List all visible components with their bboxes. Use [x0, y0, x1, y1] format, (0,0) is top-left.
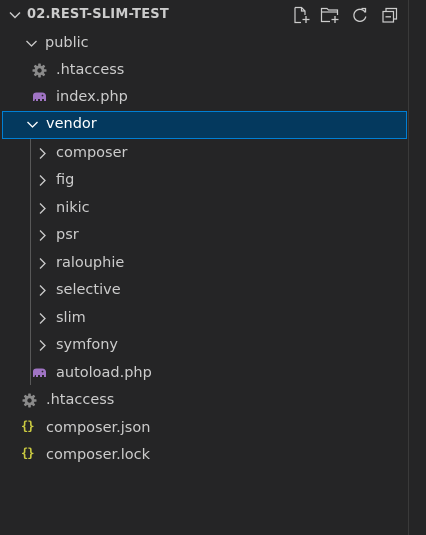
tree-file-autoload-php[interactable]: autoload.php: [0, 360, 408, 387]
tree-item-label: psr: [56, 227, 79, 243]
tree-file-index-php[interactable]: index.php: [0, 84, 408, 111]
tree-folder-slim[interactable]: slim: [0, 305, 408, 332]
gear-icon: [31, 62, 48, 79]
new-file-icon[interactable]: [291, 5, 311, 25]
json-braces-icon: {}: [21, 419, 34, 433]
tree-item-label: fig: [56, 172, 75, 188]
chevron-right-icon: [34, 227, 51, 244]
tree-item-label: .htaccess: [46, 392, 115, 408]
chevron-down-icon[interactable]: [6, 6, 24, 24]
php-elephant-icon: [31, 89, 48, 106]
tree-file-public-htaccess[interactable]: .htaccess: [0, 57, 408, 84]
tree-item-label: composer.json: [46, 420, 151, 436]
panel-divider[interactable]: [408, 0, 409, 535]
tree-item-label: symfony: [56, 337, 119, 353]
chevron-right-icon: [34, 310, 51, 327]
chevron-right-icon: [34, 200, 51, 217]
collapse-all-icon[interactable]: [380, 5, 400, 25]
tree-file-root-htaccess[interactable]: .htaccess: [0, 387, 408, 414]
new-folder-icon[interactable]: [320, 5, 340, 25]
php-elephant-icon: [31, 365, 48, 382]
tree-folder-vendor[interactable]: vendor: [2, 111, 407, 139]
tree-folder-psr[interactable]: psr: [0, 222, 408, 249]
tree-item-label: autoload.php: [56, 365, 152, 381]
tree-item-label: ralouphie: [56, 255, 125, 271]
chevron-right-icon: [34, 282, 51, 299]
tree-item-label: slim: [56, 310, 86, 326]
tree-folder-public[interactable]: public: [0, 30, 408, 57]
tree-folder-selective[interactable]: selective: [0, 277, 408, 304]
tree-item-label: selective: [56, 282, 121, 298]
explorer-header[interactable]: 02.REST-SLIM-TEST: [0, 0, 408, 30]
workspace-title: 02.REST-SLIM-TEST: [27, 7, 169, 22]
tree-item-label: vendor: [46, 116, 97, 132]
gear-icon: [21, 392, 38, 409]
tree-folder-symfony[interactable]: symfony: [0, 332, 408, 359]
chevron-right-icon: [34, 255, 51, 272]
chevron-right-icon: [34, 337, 51, 354]
tree-folder-composer[interactable]: composer: [0, 140, 408, 167]
file-explorer: 02.REST-SLIM-TEST public .htaccess index…: [0, 0, 426, 535]
refresh-icon[interactable]: [350, 5, 370, 25]
chevron-down-icon: [23, 35, 40, 52]
tree-item-label: index.php: [56, 89, 128, 105]
json-braces-icon: {}: [21, 446, 34, 460]
chevron-right-icon: [34, 172, 51, 189]
tree-item-label: composer.lock: [46, 447, 151, 463]
tree-item-label: .htaccess: [56, 62, 125, 78]
tree-item-label: nikic: [56, 200, 90, 216]
tree-folder-fig[interactable]: fig: [0, 167, 408, 194]
tree-folder-nikic[interactable]: nikic: [0, 195, 408, 222]
tree-item-label: composer: [56, 145, 128, 161]
tree-file-composer-json[interactable]: {} composer.json: [0, 415, 408, 442]
chevron-down-icon: [24, 116, 41, 133]
tree-folder-ralouphie[interactable]: ralouphie: [0, 250, 408, 277]
chevron-right-icon: [34, 145, 51, 162]
tree-file-composer-lock[interactable]: {} composer.lock: [0, 442, 408, 469]
tree-item-label: public: [45, 35, 89, 51]
